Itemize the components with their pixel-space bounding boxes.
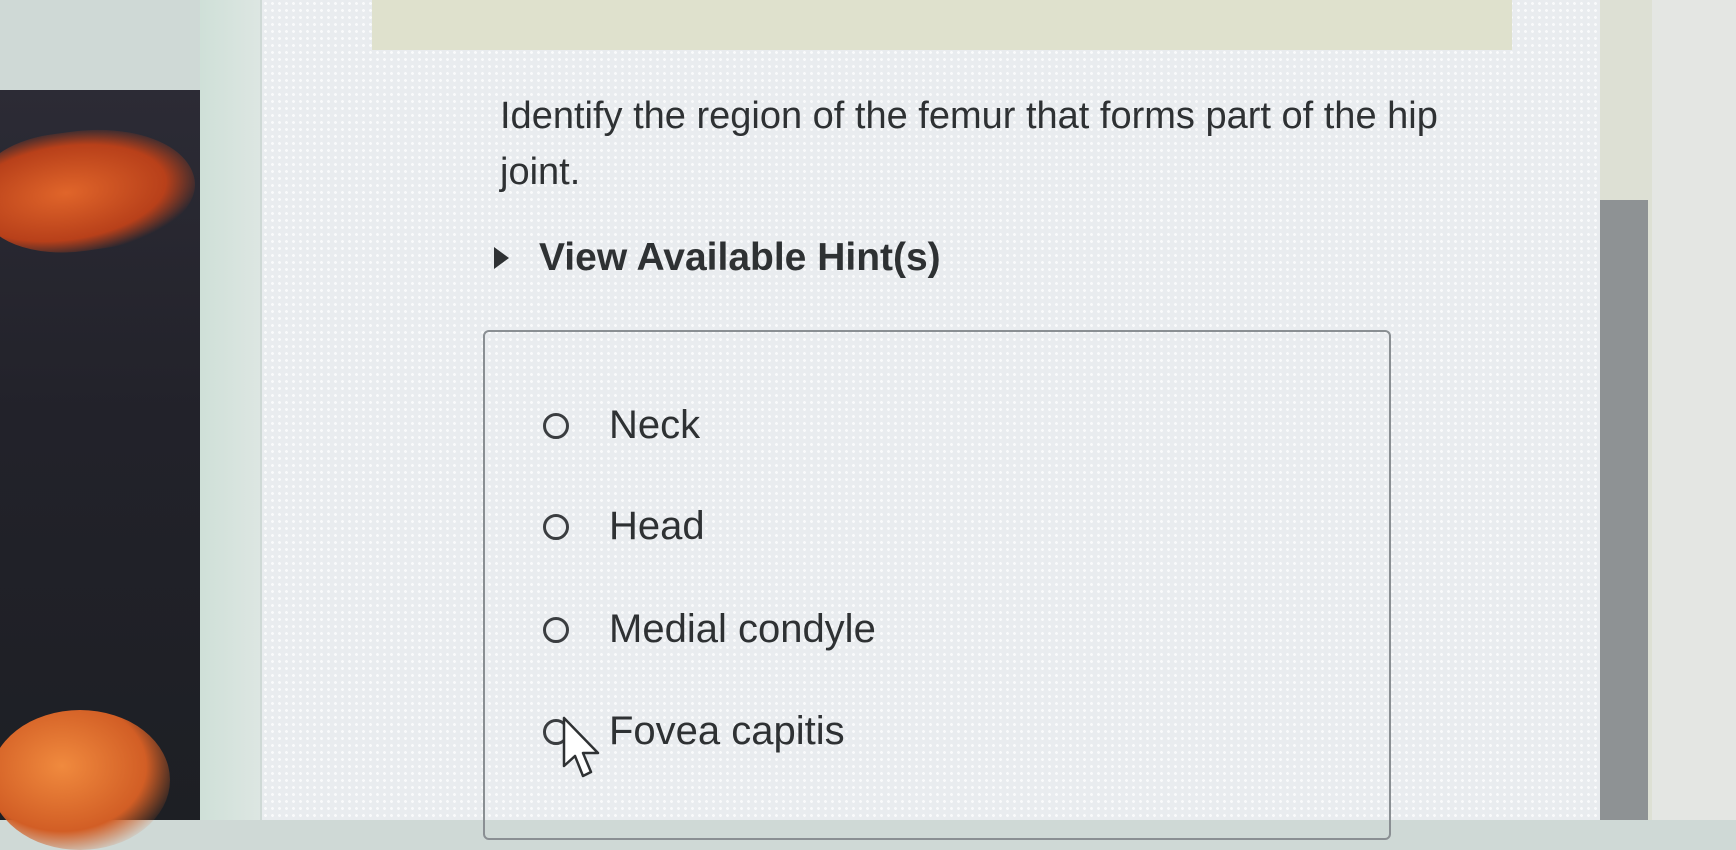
view-hints-toggle[interactable]: View Available Hint(s)	[494, 236, 941, 280]
radio-button[interactable]	[543, 412, 569, 439]
radio-button[interactable]	[543, 513, 569, 540]
mouse-pointer-icon	[562, 716, 600, 778]
photo-orange-shape-top	[0, 115, 203, 265]
background-photo	[0, 90, 203, 850]
header-band	[372, 0, 1512, 50]
option-label[interactable]: Neck	[609, 403, 700, 448]
option-label[interactable]: Medial condyle	[609, 607, 876, 652]
question-text: Identify the region of the femur that fo…	[500, 95, 1438, 193]
photo-orange-shape-bottom	[0, 710, 170, 850]
answer-options-group: Neck Head Medial condyle Fovea capitis	[483, 330, 1391, 840]
option-label[interactable]: Head	[609, 504, 705, 549]
option-label[interactable]: Fovea capitis	[609, 709, 845, 754]
page-margin-left	[200, 0, 260, 820]
hint-label[interactable]: View Available Hint(s)	[539, 236, 941, 280]
option-neck[interactable]: Neck	[543, 403, 700, 448]
radio-button[interactable]	[543, 616, 569, 643]
scrollbar-thumb[interactable]	[1600, 200, 1648, 820]
window-edge	[1652, 0, 1736, 820]
option-medial-condyle[interactable]: Medial condyle	[543, 607, 876, 652]
option-head[interactable]: Head	[543, 504, 705, 549]
caret-right-icon[interactable]	[494, 247, 509, 269]
